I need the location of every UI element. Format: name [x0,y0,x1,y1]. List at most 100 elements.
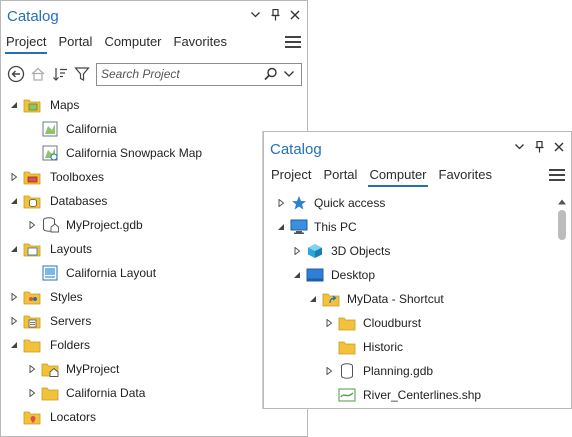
options-chevron-down-icon[interactable] [513,141,525,153]
menu-icon[interactable] [549,169,565,183]
filter-icon[interactable] [72,64,92,84]
scroll-up-icon[interactable] [558,194,566,205]
tree-item-label: Planning.gdb [363,364,434,378]
tree-item-mydata-shortcut[interactable]: MyData - Shortcut [264,287,571,311]
tree-item-myproject-gdb[interactable]: MyProject.gdb [1,213,307,237]
home-icon[interactable] [28,64,48,84]
tree-item-layouts[interactable]: Layouts [1,237,307,261]
tree-item-label: California Data [66,386,146,400]
tree-item-river-centerlines[interactable]: River_Centerlines.shp [264,383,571,407]
collapse-arrow-icon[interactable] [308,294,318,304]
menu-icon[interactable] [285,36,301,50]
sort-icon[interactable] [50,64,70,84]
tab-portal[interactable]: Portal [57,33,93,54]
expand-arrow-icon[interactable] [9,172,19,182]
collapse-arrow-icon[interactable] [276,222,286,232]
expand-arrow-icon[interactable] [276,198,286,208]
back-arrow-icon[interactable] [6,64,26,84]
tab-portal[interactable]: Portal [322,166,358,187]
tree-item-label: MyProject [66,362,120,376]
collapse-arrow-icon[interactable] [292,270,302,280]
tree-item-label: California [66,122,117,136]
home-folder-icon [41,360,59,378]
tree-item-planning-gdb[interactable]: Planning.gdb [264,359,571,383]
collapse-arrow-icon[interactable] [9,100,19,110]
expand-arrow-icon[interactable] [324,318,334,328]
computer-icon [290,218,308,236]
expand-arrow-icon[interactable] [27,220,37,230]
3d-objects-icon [306,242,324,260]
expand-arrow-icon[interactable] [292,246,302,256]
tree-item-california-map[interactable]: California [1,117,307,141]
tree-item-maps[interactable]: Maps [1,93,307,117]
search-icon[interactable] [262,65,280,83]
tab-favorites[interactable]: Favorites [173,33,228,54]
tree-item-3d-objects[interactable]: 3D Objects [264,239,571,263]
tree-item-folders[interactable]: Folders [1,333,307,357]
tree-item-cloudburst[interactable]: Cloudburst [264,311,571,335]
shapefile-line-icon [338,386,356,404]
tree-item-california-layout[interactable]: California Layout [1,261,307,285]
expand-arrow-icon[interactable] [324,366,334,376]
tree-item-desktop[interactable]: Desktop [264,263,571,287]
close-icon[interactable] [553,141,565,153]
folder-icon [41,384,59,402]
tab-project[interactable]: Project [270,166,312,187]
tree-item-label: Databases [50,194,108,208]
geodatabase-icon [41,216,59,234]
expand-arrow-icon[interactable] [9,292,19,302]
star-icon [290,194,308,212]
tree-item-quick-access[interactable]: Quick access [264,191,571,215]
catalog-pane-project: Catalog Project Portal Computer Favorite… [0,0,308,437]
search-options-chevron-down-icon[interactable] [280,65,298,83]
tab-computer[interactable]: Computer [103,33,162,54]
tree-item-label: Maps [50,98,80,112]
tab-computer[interactable]: Computer [368,166,428,187]
search-input[interactable] [97,64,262,84]
folder-icon [338,314,356,332]
tree-item-databases[interactable]: Databases [1,189,307,213]
tree-item-myproject[interactable]: MyProject [1,357,307,381]
tab-favorites[interactable]: Favorites [438,166,493,187]
toolboxes-folder-icon [23,168,41,186]
toolbar [6,62,302,86]
tree-item-label: California Layout [66,266,157,280]
scrollbar-thumb[interactable] [558,210,566,240]
pin-icon[interactable] [269,9,281,21]
tree-item-toolboxes[interactable]: Toolboxes [1,165,307,189]
collapse-arrow-icon[interactable] [9,196,19,206]
search-box [96,62,302,86]
close-icon[interactable] [289,9,301,21]
collapse-arrow-icon[interactable] [9,340,19,350]
databases-folder-icon [23,192,41,210]
tree-item-locators[interactable]: Locators [1,405,307,429]
tree-item-label: Styles [50,290,83,304]
tree-item-label: 3D Objects [331,244,391,258]
tab-project[interactable]: Project [5,33,48,54]
expand-arrow-icon[interactable] [27,388,37,398]
tree-item-california-data[interactable]: California Data [1,381,307,405]
tree-item-this-pc[interactable]: This PC [264,215,571,239]
scrollbar[interactable] [557,194,567,406]
tree-item-historic[interactable]: Historic [264,335,571,359]
pin-icon[interactable] [533,141,545,153]
layout-icon [41,264,59,282]
catalog-pane-computer: Catalog Project Portal Computer Favorite… [263,131,572,409]
options-chevron-down-icon[interactable] [249,9,261,21]
expand-arrow-icon[interactable] [9,316,19,326]
tree-item-label: California Snowpack Map [66,146,203,160]
expand-arrow-icon[interactable] [27,364,37,374]
tree-item-california-snowpack-map[interactable]: California Snowpack Map [1,141,307,165]
title-bar: Catalog [1,1,307,31]
styles-folder-icon [23,288,41,306]
tree-item-servers[interactable]: Servers [1,309,307,333]
tree-item-label: Historic [363,340,404,354]
title-bar: Catalog [264,132,571,162]
tree-item-label: Quick access [314,196,386,210]
tree-item-label: MyData - Shortcut [347,292,444,306]
tree-item-styles[interactable]: Styles [1,285,307,309]
tree-item-label: Servers [50,314,92,328]
collapse-arrow-icon[interactable] [9,244,19,254]
catalog-tabs: Project Portal Computer Favorites [270,166,493,187]
layouts-folder-icon [23,240,41,258]
